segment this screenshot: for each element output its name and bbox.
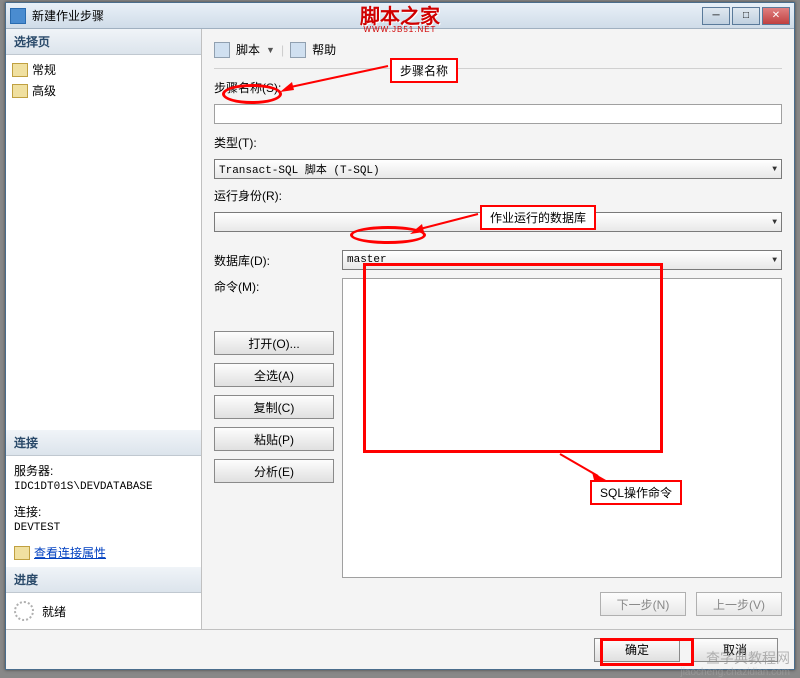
sidebar: 选择页 常规 高级 连接 服务器: IDC1DT01S\DEVDATABASE … (6, 29, 202, 629)
brand-sub: WWW.JB51.NET (360, 25, 440, 34)
sidebar-item-advanced[interactable]: 高级 (6, 80, 201, 101)
main-panel: 脚本 ▼ | 帮助 步骤名称(S): 类型(T): Transact-SQL 脚… (202, 29, 794, 629)
type-combobox[interactable]: Transact-SQL 脚本 (T-SQL) ▼ (214, 159, 782, 179)
page-icon (12, 63, 28, 77)
progress-header: 进度 (6, 567, 201, 593)
connection-value: DEVTEST (14, 522, 193, 534)
help-icon (290, 42, 306, 58)
paste-button[interactable]: 粘贴(P) (214, 427, 334, 451)
chevron-down-icon: ▼ (772, 165, 777, 174)
maximize-button[interactable]: □ (732, 7, 760, 25)
database-label: 数据库(D): (214, 252, 334, 269)
dialog-window: 新建作业步骤 ─ □ ✕ 选择页 常规 高级 连接 服务器: (5, 2, 795, 670)
connection-info: 服务器: IDC1DT01S\DEVDATABASE 连接: DEVTEST 查… (6, 456, 201, 567)
minimize-button[interactable]: ─ (702, 7, 730, 25)
sidebar-item-label: 高级 (32, 82, 56, 99)
command-area: 命令(M): 打开(O)... 全选(A) 复制(C) 粘贴(P) 分析(E) (214, 278, 782, 578)
progress-block: 就绪 (6, 593, 201, 629)
chevron-down-icon: ▼ (266, 45, 275, 55)
command-textarea[interactable] (342, 278, 782, 578)
server-value: IDC1DT01S\DEVDATABASE (14, 481, 193, 493)
database-combobox[interactable]: master ▼ (342, 250, 782, 270)
view-connection-properties-link[interactable]: 查看连接属性 (34, 544, 106, 561)
script-dropdown[interactable]: 脚本 (236, 41, 260, 58)
command-label: 命令(M): (214, 278, 334, 295)
annotation-db: 作业运行的数据库 (480, 205, 596, 230)
brand-watermark: 脚本之家 WWW.JB51.NET (360, 0, 440, 34)
watermark-sub: jiaocheng.chazidian.com (680, 667, 790, 678)
watermark-main: 查字典教程网 (706, 648, 790, 668)
help-button[interactable]: 帮助 (312, 41, 336, 58)
chevron-down-icon: ▼ (772, 256, 777, 265)
connection-label: 连接: (14, 503, 193, 520)
step-name-label: 步骤名称(S): (214, 79, 334, 96)
page-icon (12, 84, 28, 98)
type-value: Transact-SQL 脚本 (T-SQL) (219, 161, 380, 177)
select-page-items: 常规 高级 (6, 55, 201, 111)
type-label: 类型(T): (214, 134, 334, 151)
properties-icon (14, 546, 30, 560)
progress-status: 就绪 (42, 603, 66, 620)
sidebar-item-label: 常规 (32, 61, 56, 78)
script-icon (214, 42, 230, 58)
command-buttons: 打开(O)... 全选(A) 复制(C) 粘贴(P) 分析(E) (214, 331, 334, 483)
sidebar-item-general[interactable]: 常规 (6, 59, 201, 80)
server-label: 服务器: (14, 462, 193, 479)
close-button[interactable]: ✕ (762, 7, 790, 25)
annotation-sql: SQL操作命令 (590, 480, 682, 505)
select-page-header: 选择页 (6, 29, 201, 55)
dialog-footer: 确定 取消 (6, 629, 794, 669)
connection-header: 连接 (6, 430, 201, 456)
runas-label: 运行身份(R): (214, 187, 334, 204)
annotation-step-name: 步骤名称 (390, 58, 458, 83)
database-value: master (347, 254, 387, 266)
prev-button[interactable]: 上一步(V) (696, 592, 782, 616)
analyze-button[interactable]: 分析(E) (214, 459, 334, 483)
open-button[interactable]: 打开(O)... (214, 331, 334, 355)
spinner-icon (14, 601, 34, 621)
step-name-input[interactable] (214, 104, 782, 124)
chevron-down-icon: ▼ (772, 218, 777, 227)
toolbar: 脚本 ▼ | 帮助 (214, 37, 782, 69)
copy-button[interactable]: 复制(C) (214, 395, 334, 419)
wizard-nav: 下一步(N) 上一步(V) (214, 592, 782, 616)
window-controls: ─ □ ✕ (702, 7, 790, 25)
ok-button[interactable]: 确定 (594, 638, 680, 662)
content-area: 选择页 常规 高级 连接 服务器: IDC1DT01S\DEVDATABASE … (6, 29, 794, 629)
select-all-button[interactable]: 全选(A) (214, 363, 334, 387)
app-icon (10, 8, 26, 24)
next-button[interactable]: 下一步(N) (600, 592, 686, 616)
